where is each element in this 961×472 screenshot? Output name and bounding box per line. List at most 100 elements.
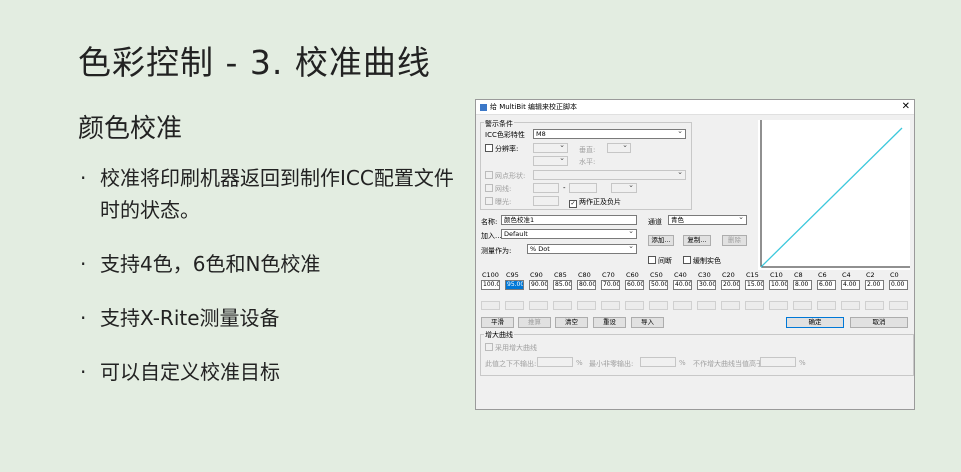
screen-dash: - bbox=[563, 184, 566, 192]
curve-point-labels: C100 C95 C90 C85 C80 C70 C60 C50 C40 C30… bbox=[482, 271, 912, 280]
measured-value-cell[interactable] bbox=[697, 301, 716, 310]
icc-profile-select[interactable]: M8 bbox=[533, 129, 686, 139]
curve-value-input[interactable]: 6.00 bbox=[817, 280, 836, 290]
resolution-select-2[interactable] bbox=[533, 156, 568, 166]
calibration-dialog: 给 MultiBit 编辑来校正脚本 ✕ 警示条件 ICC色彩特性 M8 分辨率… bbox=[475, 99, 915, 410]
measured-value-cell[interactable] bbox=[817, 301, 836, 310]
resolution-select[interactable] bbox=[533, 143, 568, 153]
measured-value-cell[interactable] bbox=[889, 301, 908, 310]
curve-point-label: C2 bbox=[866, 271, 875, 279]
curve-value-input[interactable]: 8.00 bbox=[793, 280, 812, 290]
channel-select[interactable]: 青色 bbox=[668, 215, 747, 225]
screen-unit-select[interactable] bbox=[611, 183, 637, 193]
bullet-item: · 支持4色，6色和N色校准 bbox=[78, 248, 468, 280]
interrupt-checkbox[interactable] bbox=[648, 256, 656, 264]
curve-value-input[interactable]: 85.00 bbox=[553, 280, 572, 290]
below-input[interactable] bbox=[537, 357, 573, 367]
measure-label: 测量作为: bbox=[481, 247, 512, 255]
curve-svg bbox=[760, 120, 910, 268]
exposure-label: 曝光: bbox=[485, 197, 511, 207]
bullet-item: · 支持X-Rite测量设备 bbox=[78, 302, 468, 334]
exposure-checkbox[interactable] bbox=[485, 197, 493, 205]
curve-value-input[interactable]: 2.00 bbox=[865, 280, 884, 290]
curve-point-label: C60 bbox=[626, 271, 639, 279]
curve-point-label: C20 bbox=[722, 271, 735, 279]
smooth-button[interactable]: 平滑 bbox=[481, 317, 514, 328]
curve-value-input[interactable]: 80.00 bbox=[577, 280, 596, 290]
curve-point-label: C90 bbox=[530, 271, 543, 279]
curve-point-label: C70 bbox=[602, 271, 615, 279]
curve-value-input[interactable]: 4.00 bbox=[841, 280, 860, 290]
measured-value-cell[interactable] bbox=[529, 301, 548, 310]
exposure-input[interactable] bbox=[533, 196, 559, 206]
measured-value-row bbox=[481, 301, 913, 310]
horizontal-label: 水平: bbox=[579, 158, 596, 166]
curve-value-input[interactable]: 15.00 bbox=[745, 280, 764, 290]
reset-button[interactable]: 重设 bbox=[593, 317, 626, 328]
screen-shape-checkbox[interactable] bbox=[485, 171, 493, 179]
curve-value-input[interactable]: 20.00 bbox=[721, 280, 740, 290]
use-max-curve-checkbox[interactable] bbox=[485, 343, 493, 351]
calibration-curve-graph[interactable] bbox=[758, 120, 910, 270]
no-output-percent: % bbox=[799, 359, 806, 367]
curve-point-label: C4 bbox=[842, 271, 851, 279]
screen-shape-select[interactable] bbox=[533, 170, 686, 180]
screen-input-2[interactable] bbox=[569, 183, 597, 193]
curve-value-input[interactable]: 50.00 bbox=[649, 280, 668, 290]
both-sides-label: ✓ 两作正及负片 bbox=[569, 198, 621, 208]
calc-button[interactable]: 推算 bbox=[518, 317, 551, 328]
measured-value-cell[interactable] bbox=[745, 301, 764, 310]
measured-value-cell[interactable] bbox=[481, 301, 500, 310]
curve-value-input[interactable]: 70.00 bbox=[601, 280, 620, 290]
min-output-percent: % bbox=[679, 359, 686, 367]
bullet-text: 支持X-Rite测量设备 bbox=[100, 306, 280, 330]
ok-button[interactable]: 确定 bbox=[786, 317, 844, 328]
delete-button[interactable]: 删除 bbox=[722, 235, 747, 246]
curve-value-input[interactable]: 40.00 bbox=[673, 280, 692, 290]
close-icon[interactable]: ✕ bbox=[902, 102, 910, 112]
measured-value-cell[interactable] bbox=[577, 301, 596, 310]
solid-checkbox[interactable] bbox=[683, 256, 691, 264]
measured-value-cell[interactable] bbox=[601, 301, 620, 310]
load-select[interactable]: Default bbox=[501, 229, 637, 239]
measured-value-cell[interactable] bbox=[793, 301, 812, 310]
measured-value-cell[interactable] bbox=[625, 301, 644, 310]
copy-button[interactable]: 复制... bbox=[683, 235, 711, 246]
both-sides-checkbox[interactable]: ✓ bbox=[569, 200, 577, 208]
app-icon bbox=[480, 103, 487, 111]
measured-value-cell[interactable] bbox=[841, 301, 860, 310]
curve-point-label: C6 bbox=[818, 271, 827, 279]
curve-value-input[interactable]: 90.00 bbox=[529, 280, 548, 290]
screen-input-1[interactable] bbox=[533, 183, 559, 193]
cancel-button[interactable]: 取消 bbox=[850, 317, 908, 328]
curve-value-input[interactable]: 100.00 bbox=[481, 280, 500, 290]
curve-value-row: 100.00 95.00 90.00 85.00 80.00 70.00 60.… bbox=[481, 280, 913, 290]
no-output-input[interactable] bbox=[760, 357, 796, 367]
measured-value-cell[interactable] bbox=[505, 301, 524, 310]
vertical-label: 垂直: bbox=[579, 146, 596, 154]
measured-value-cell[interactable] bbox=[721, 301, 740, 310]
min-output-input[interactable] bbox=[640, 357, 676, 367]
curve-value-input[interactable]: 30.00 bbox=[697, 280, 716, 290]
curve-value-input[interactable]: 60.00 bbox=[625, 280, 644, 290]
measured-value-cell[interactable] bbox=[673, 301, 692, 310]
curve-point-label: C80 bbox=[578, 271, 591, 279]
measured-value-cell[interactable] bbox=[649, 301, 668, 310]
import-button[interactable]: 导入 bbox=[631, 317, 664, 328]
measured-value-cell[interactable] bbox=[553, 301, 572, 310]
curve-point-label: C100 bbox=[482, 271, 499, 279]
name-input[interactable]: 颜色校准1 bbox=[501, 215, 637, 225]
curve-value-input[interactable]: 10.00 bbox=[769, 280, 788, 290]
curve-value-input-selected[interactable]: 95.00 bbox=[505, 280, 524, 290]
vertical-select[interactable] bbox=[607, 143, 631, 153]
below-label: 此值之下不输出: bbox=[485, 360, 537, 368]
curve-value-input[interactable]: 0.00 bbox=[889, 280, 908, 290]
measured-value-cell[interactable] bbox=[769, 301, 788, 310]
measured-value-cell[interactable] bbox=[865, 301, 884, 310]
measure-select[interactable]: % Dot bbox=[527, 244, 637, 254]
screen-checkbox[interactable] bbox=[485, 184, 493, 192]
resolution-checkbox[interactable] bbox=[485, 144, 493, 152]
clear-button[interactable]: 清空 bbox=[555, 317, 588, 328]
curve-point-label: C30 bbox=[698, 271, 711, 279]
add-button[interactable]: 添加... bbox=[648, 235, 674, 246]
